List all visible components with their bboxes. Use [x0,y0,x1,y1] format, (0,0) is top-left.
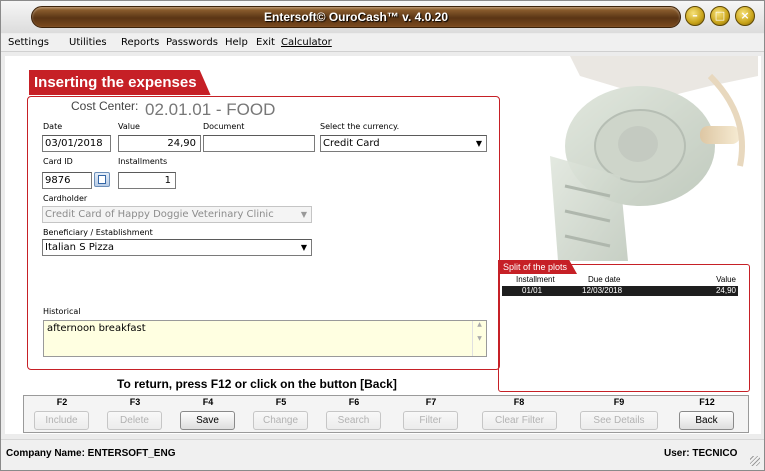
lookup-icon [98,175,106,184]
menu-settings[interactable]: Settings [8,37,49,48]
cost-center-label: Cost Center: [71,99,139,113]
historical-value: afternoon breakfast [47,323,146,334]
textarea-scrollbar[interactable]: ▲ ▼ [472,321,486,356]
fkey-f5-label: F5 [275,397,287,407]
chevron-down-icon[interactable]: ▼ [299,242,309,253]
date-label: Date [43,122,63,131]
beneficiary-select[interactable]: Italian S Pizza ▼ [42,239,312,256]
fkey-f2-label: F2 [56,397,68,407]
filter-button[interactable]: Filter [403,411,458,430]
title-pill: Entersoft© OuroCash™ v. 4.0.20 [31,6,681,28]
fkey-f8-label: F8 [513,397,525,407]
date-field[interactable]: 03/01/2018 [42,135,111,152]
delete-button[interactable]: Delete [107,411,162,430]
menu-calculator[interactable]: Calculator [281,37,332,48]
column-header-installment: Installment [516,275,555,284]
menu-exit[interactable]: Exit [256,37,275,48]
currency-label: Select the currency. [320,122,400,131]
cell-installment: 01/01 [522,286,543,295]
column-header-due-date: Due date [588,275,621,284]
split-title: Split of the plots [498,260,578,274]
money-roll-image [550,56,758,261]
search-button[interactable]: Search [326,411,381,430]
menu-reports[interactable]: Reports [121,37,159,48]
menu-passwords[interactable]: Passwords [166,37,218,48]
historical-textarea[interactable]: afternoon breakfast ▲ ▼ [43,320,487,357]
window-title: Entersoft© OuroCash™ v. 4.0.20 [263,10,448,24]
maximize-icon: □ [714,9,726,22]
fkey-f4-label: F4 [202,397,214,407]
title-bar: Entersoft© OuroCash™ v. 4.0.20 – □ × [1,1,764,33]
card-lookup-button[interactable] [94,172,110,187]
column-header-value: Value [716,275,736,284]
resize-grip-icon[interactable] [750,456,760,466]
fkey-f3-label: F3 [129,397,141,407]
fkey-f12-label: F12 [699,397,715,407]
card-id-label: Card ID [43,157,73,166]
return-hint: To return, press F12 or click on the but… [117,377,397,391]
maximize-button[interactable]: □ [710,6,730,26]
fkey-f6-label: F6 [348,397,360,407]
save-button[interactable]: Save [180,411,235,430]
historical-label: Historical [43,307,81,316]
value-field[interactable]: 24,90 [118,135,201,152]
installments-label: Installments [118,157,168,166]
beneficiary-value: Italian S Pizza [45,242,114,253]
beneficiary-label: Beneficiary / Establishment [43,228,153,237]
company-name: Company Name: ENTERSOFT_ENG [6,448,176,459]
section-title: Inserting the expenses [29,70,211,95]
menu-help[interactable]: Help [225,37,248,48]
fkey-f7-label: F7 [425,397,437,407]
chevron-down-icon[interactable]: ▼ [474,138,484,149]
see-details-button[interactable]: See Details [580,411,658,430]
currency-select[interactable]: Credit Card ▼ [320,135,487,152]
document-field[interactable] [203,135,315,152]
cardholder-value: Credit Card of Happy Doggie Veterinary C… [45,209,274,220]
chevron-down-icon: ▼ [300,210,308,219]
close-button[interactable]: × [735,6,755,26]
minimize-button[interactable]: – [685,6,705,26]
status-bar: Company Name: ENTERSOFT_ENG User: TECNIC… [1,439,764,470]
split-table-header: Installment Due date Value [502,274,738,286]
currency-value: Credit Card [323,138,380,149]
value-label: Value [118,122,140,131]
cardholder-label: Cardholder [43,194,88,203]
back-button[interactable]: Back [679,411,734,430]
menu-utilities[interactable]: Utilities [69,37,107,48]
cardholder-select: Credit Card of Happy Doggie Veterinary C… [42,206,312,223]
menu-bar: Settings Utilities Reports Passwords Hel… [1,34,764,52]
app-window: Entersoft© OuroCash™ v. 4.0.20 – □ × Set… [0,0,765,471]
cell-due-date: 12/03/2018 [582,286,623,295]
include-button[interactable]: Include [34,411,89,430]
cell-value: 24,90 [715,286,736,295]
function-key-bar: F2 Include F3 Delete F4 Save F5 Change F… [23,395,749,433]
minimize-icon: – [692,9,698,22]
card-id-field[interactable]: 9876 [42,172,92,189]
close-icon: × [740,9,750,22]
document-label: Document [203,122,245,131]
installments-field[interactable]: 1 [118,172,176,189]
cost-center-value: 02.01.01 - FOOD [145,100,276,119]
table-row[interactable]: 01/01 12/03/2018 24,90 [502,286,738,296]
current-user: User: TECNICO [664,448,738,459]
change-button[interactable]: Change [253,411,308,430]
main-content: Inserting the expenses Cost Center: 02.0… [5,56,761,434]
clear-filter-button[interactable]: Clear Filter [482,411,557,430]
fkey-f9-label: F9 [613,397,625,407]
